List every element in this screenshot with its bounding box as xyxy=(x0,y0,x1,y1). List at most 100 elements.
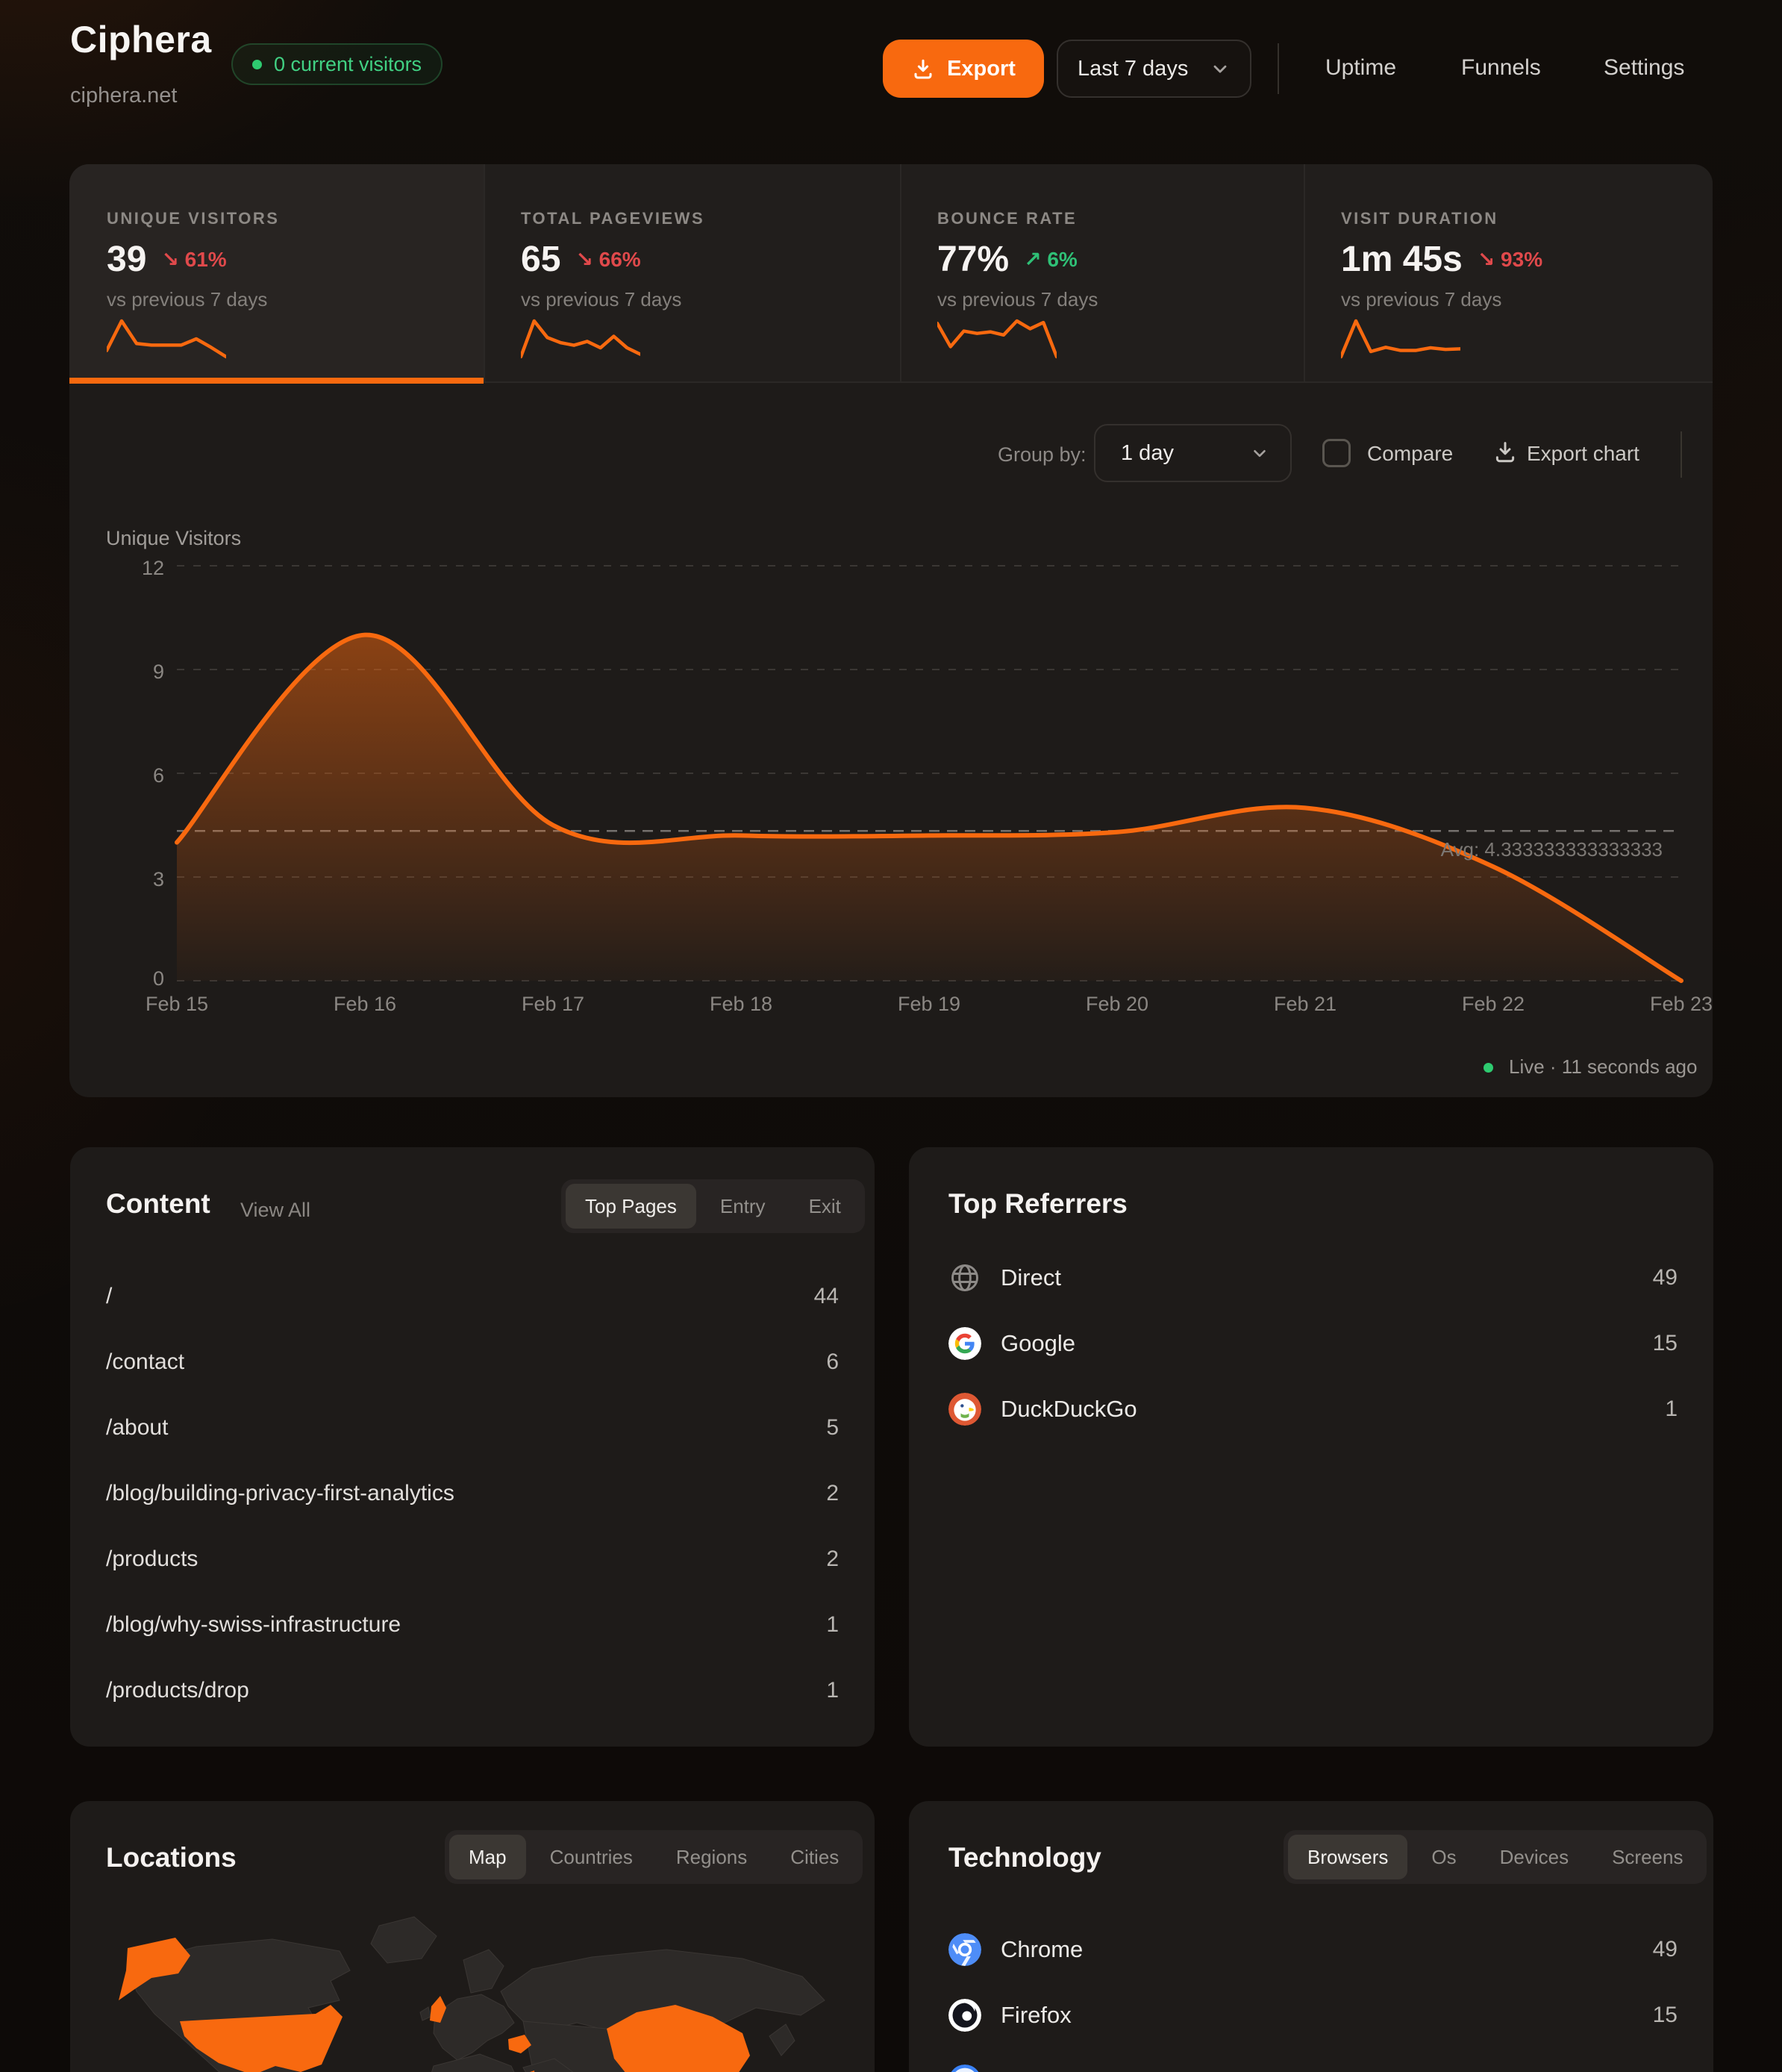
unique-visitors-area-chart[interactable] xyxy=(177,566,1681,981)
list-item[interactable]: /blog/why-swiss-infrastructure1 xyxy=(106,1592,839,1658)
tab-countries[interactable]: Countries xyxy=(531,1835,652,1879)
tab-map[interactable]: Map xyxy=(449,1835,526,1879)
x-tick: Feb 18 xyxy=(693,993,790,1016)
browser-name: Chrome xyxy=(1001,1936,1083,1963)
chrome-icon xyxy=(948,1933,981,1966)
nav-uptime[interactable]: Uptime xyxy=(1325,55,1396,81)
stat-compare: vs previous 7 days xyxy=(937,288,1098,311)
browser-count: 15 xyxy=(1653,2003,1678,2028)
stat-label: TOTAL PAGEVIEWS xyxy=(521,209,704,228)
stat-compare: vs previous 7 days xyxy=(107,288,267,311)
technology-tabs: Browsers Os Devices Screens xyxy=(1284,1830,1707,1884)
site-title: Ciphera xyxy=(70,18,212,61)
world-map[interactable] xyxy=(84,1894,860,2072)
sparkline-bounce-rate xyxy=(937,315,1057,363)
list-item[interactable]: /about 5 xyxy=(106,1395,839,1461)
technology-list: Chrome 49 Firefox 15 xyxy=(948,1917,1678,2072)
group-by-value: 1 day xyxy=(1121,441,1174,466)
stat-delta: ↗ 6% xyxy=(1024,247,1078,272)
referrers-card xyxy=(909,1147,1713,1747)
download-icon xyxy=(1492,439,1518,464)
referrer-count: 1 xyxy=(1665,1397,1678,1422)
x-tick: Feb 23 xyxy=(1633,993,1730,1016)
locations-title: Locations xyxy=(106,1842,237,1873)
x-tick: Feb 19 xyxy=(881,993,978,1016)
page-count: 5 xyxy=(826,1415,839,1441)
stat-card-visit-duration[interactable]: VISIT DURATION 1m 45s ↘ 93% vs previous … xyxy=(1304,164,1713,383)
y-tick: 12 xyxy=(112,557,164,580)
content-tabs: Top Pages Entry Exit xyxy=(561,1179,865,1233)
list-item[interactable]: /44 xyxy=(106,1264,839,1329)
export-chart-button[interactable]: Export chart xyxy=(1527,442,1639,466)
page-path: /blog/building-privacy-first-analytics xyxy=(106,1481,454,1506)
sparkline-total-pageviews xyxy=(521,315,640,363)
tab-exit[interactable]: Exit xyxy=(790,1184,860,1229)
header-divider xyxy=(1278,43,1279,94)
stat-value: 65 xyxy=(521,239,560,280)
y-tick: 9 xyxy=(112,661,164,684)
tab-browsers[interactable]: Browsers xyxy=(1288,1835,1407,1879)
tab-entry[interactable]: Entry xyxy=(701,1184,785,1229)
referrer-count: 49 xyxy=(1653,1265,1678,1291)
stat-card-total-pageviews[interactable]: TOTAL PAGEVIEWS 65 ↘ 66% vs previous 7 d… xyxy=(484,164,900,383)
tab-devices[interactable]: Devices xyxy=(1481,1835,1588,1879)
tab-cities[interactable]: Cities xyxy=(771,1835,858,1879)
list-item[interactable]: Firefox 15 xyxy=(948,1982,1678,2048)
live-dot-icon xyxy=(1484,1063,1493,1073)
page-count: 44 xyxy=(814,1284,839,1309)
list-item[interactable]: Direct 49 xyxy=(948,1245,1678,1311)
date-range-dropdown[interactable]: Last 7 days xyxy=(1057,40,1251,98)
live-status: Live · 11 seconds ago xyxy=(1509,1055,1697,1079)
list-item[interactable]: DuckDuckGo 1 xyxy=(948,1376,1678,1442)
list-item-partial[interactable] xyxy=(948,2048,1678,2072)
stat-label: BOUNCE RATE xyxy=(937,209,1077,228)
page-path: /about xyxy=(106,1415,168,1441)
nav-funnels[interactable]: Funnels xyxy=(1461,55,1541,81)
x-tick: Feb 22 xyxy=(1445,993,1542,1016)
page-path: /blog/why-swiss-infrastructure xyxy=(106,1612,401,1638)
firefox-icon xyxy=(948,1999,981,2032)
compare-label[interactable]: Compare xyxy=(1367,442,1453,466)
content-view-all-link[interactable]: View All xyxy=(240,1199,310,1222)
content-title: Content xyxy=(106,1188,210,1220)
x-tick: Feb 15 xyxy=(128,993,225,1016)
nav-settings[interactable]: Settings xyxy=(1604,55,1684,81)
page-count: 2 xyxy=(826,1547,839,1572)
page-count: 2 xyxy=(826,1481,839,1506)
list-item[interactable]: Chrome 49 xyxy=(948,1917,1678,1982)
current-visitors-badge: 0 current visitors xyxy=(231,43,443,85)
referrer-count: 15 xyxy=(1653,1331,1678,1356)
stat-value: 1m 45s xyxy=(1341,239,1463,280)
stat-card-bounce-rate[interactable]: BOUNCE RATE 77% ↗ 6% vs previous 7 days xyxy=(900,164,1304,383)
x-tick: Feb 17 xyxy=(504,993,601,1016)
stat-delta: ↘ 93% xyxy=(1478,247,1542,272)
page-path: /products xyxy=(106,1547,198,1572)
chart-y-axis-title: Unique Visitors xyxy=(106,527,241,550)
group-by-dropdown[interactable]: 1 day xyxy=(1094,424,1292,482)
globe-icon xyxy=(948,1261,981,1294)
chevron-down-icon xyxy=(1250,443,1269,463)
stat-card-unique-visitors[interactable]: UNIQUE VISITORS 39 ↘ 61% vs previous 7 d… xyxy=(69,164,484,383)
tab-top-pages[interactable]: Top Pages xyxy=(566,1184,696,1229)
tab-os[interactable]: Os xyxy=(1412,1835,1475,1879)
list-item[interactable]: /blog/building-privacy-first-analytics 2 xyxy=(106,1461,839,1526)
tab-screens[interactable]: Screens xyxy=(1592,1835,1702,1879)
compare-checkbox[interactable] xyxy=(1322,439,1351,467)
list-item[interactable]: /products 2 xyxy=(106,1526,839,1592)
sparkline-visit-duration xyxy=(1341,315,1460,363)
tab-regions[interactable]: Regions xyxy=(657,1835,766,1879)
y-tick: 0 xyxy=(112,967,164,990)
page-path: /contact xyxy=(106,1349,184,1375)
browser-name: Firefox xyxy=(1001,2002,1072,2029)
list-item[interactable]: Google 15 xyxy=(948,1311,1678,1376)
list-item[interactable]: /products/drop1 xyxy=(106,1658,839,1723)
list-item[interactable]: /contact6 xyxy=(106,1329,839,1395)
stat-delta: ↘ 66% xyxy=(575,247,640,272)
map-ireland xyxy=(420,2007,431,2020)
export-button[interactable]: Export xyxy=(883,40,1044,98)
x-tick: Feb 20 xyxy=(1069,993,1166,1016)
stat-delta: ↘ 61% xyxy=(161,247,226,272)
date-range-value: Last 7 days xyxy=(1078,57,1188,81)
download-icon xyxy=(911,57,935,81)
map-europe xyxy=(434,1994,514,2060)
